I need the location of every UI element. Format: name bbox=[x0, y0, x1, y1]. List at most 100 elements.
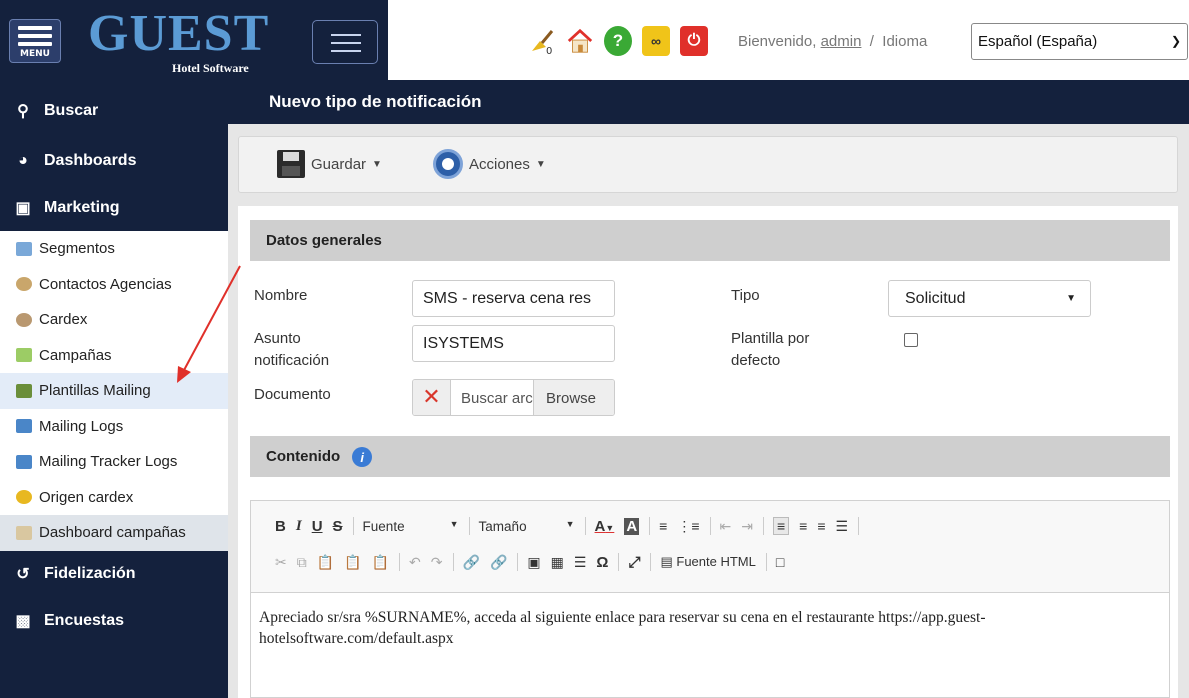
sidebar-toggle-button[interactable] bbox=[312, 20, 378, 64]
home-icon[interactable] bbox=[566, 26, 594, 56]
table-icon[interactable]: ▦ bbox=[551, 554, 564, 571]
font-combo-label: Fuente bbox=[362, 518, 405, 534]
sidebar-item-encuestas[interactable]: ▩ Encuestas bbox=[0, 598, 228, 644]
sidebar-item-marketing[interactable]: ▣ Marketing bbox=[0, 185, 228, 231]
paste-word-icon[interactable]: 📋 bbox=[372, 554, 389, 571]
document-file-input[interactable]: ✕ Buscar archivo Browse bbox=[412, 379, 615, 416]
link-icon[interactable]: 🔗 bbox=[463, 554, 480, 571]
actions-button[interactable]: Acciones ▼ bbox=[433, 149, 546, 179]
caret-down-icon: ▼ bbox=[372, 158, 382, 170]
bulleted-list-icon[interactable]: ⋮≡ bbox=[677, 518, 699, 535]
logo-title: GUEST bbox=[88, 5, 270, 62]
broom-icon[interactable]: 0 bbox=[528, 26, 556, 56]
undo-icon[interactable]: ↶ bbox=[409, 554, 421, 571]
subject-label: Asunto notificación bbox=[254, 328, 329, 372]
save-button[interactable]: Guardar ▼ bbox=[277, 150, 382, 178]
actions-label: Acciones bbox=[469, 155, 530, 173]
copy-icon[interactable]: ⧉ bbox=[297, 554, 307, 571]
default-template-label: Plantilla por defecto bbox=[731, 328, 809, 372]
caret-down-icon: ▼ bbox=[1066, 293, 1076, 304]
strikethrough-icon[interactable]: S bbox=[333, 518, 343, 535]
redo-icon[interactable]: ↷ bbox=[431, 554, 443, 571]
sidebar-item-plantillas-mailing[interactable]: Plantillas Mailing bbox=[0, 373, 228, 409]
horizontal-line-icon[interactable]: ☰ bbox=[574, 554, 587, 571]
image-icon[interactable]: ▣ bbox=[527, 554, 540, 571]
sidebar-item-origen-cardex[interactable]: Origen cardex bbox=[0, 480, 228, 516]
italic-icon[interactable]: I bbox=[296, 518, 302, 535]
indent-icon[interactable]: ⇥ bbox=[741, 518, 753, 535]
power-icon[interactable]: ⏻ bbox=[680, 26, 708, 56]
sidebar-item-mailing-tracker-logs[interactable]: Mailing Tracker Logs bbox=[0, 444, 228, 480]
language-label: Idioma bbox=[882, 33, 928, 50]
tracker-logs-icon bbox=[16, 454, 32, 469]
menu-button[interactable]: MENU bbox=[9, 19, 61, 63]
numbered-list-icon[interactable]: ≡ bbox=[659, 518, 667, 534]
mail-template-icon bbox=[16, 383, 32, 398]
special-char-icon[interactable]: Ω bbox=[596, 554, 608, 571]
editor-toolbar-row: B I U S Fuente ▼ Tamaño ▼ A▼ A ≡ ⋮≡ ⇤ ⇥ … bbox=[275, 513, 868, 539]
hamburger-icon bbox=[18, 26, 52, 50]
source-html-label: Fuente HTML bbox=[676, 554, 756, 569]
marketing-icon: ▣ bbox=[15, 200, 31, 217]
outdent-icon[interactable]: ⇤ bbox=[720, 518, 732, 535]
gear-icon bbox=[433, 149, 463, 179]
align-left-icon[interactable]: ≡ bbox=[772, 517, 790, 535]
paste-icon[interactable]: 📋 bbox=[317, 554, 334, 571]
contacts-icon bbox=[16, 277, 32, 292]
sidebar-item-label: Plantillas Mailing bbox=[39, 382, 151, 400]
user-link[interactable]: admin bbox=[821, 33, 862, 50]
unlink-icon[interactable]: 🔗 bbox=[490, 554, 507, 571]
bold-icon[interactable]: B bbox=[275, 518, 286, 535]
type-select[interactable]: Solicitud ▼ bbox=[888, 280, 1091, 317]
sidebar-item-dashboards[interactable]: ◕ Dashboards bbox=[0, 138, 228, 184]
source-html-button[interactable]: ▤ Fuente HTML bbox=[660, 554, 755, 570]
browse-button[interactable]: Browse bbox=[533, 380, 614, 415]
sidebar-item-label: Marketing bbox=[44, 199, 120, 216]
sidebar-item-label: Campañas bbox=[39, 346, 112, 364]
save-label: Guardar bbox=[311, 155, 367, 173]
origin-icon bbox=[16, 490, 32, 505]
font-combo[interactable]: Fuente ▼ bbox=[363, 519, 459, 534]
editor-body[interactable]: Apreciado sr/sra %SURNAME%, acceda al si… bbox=[251, 593, 1169, 665]
language-select[interactable]: Español (España) ❯ bbox=[971, 23, 1188, 60]
type-label: Tipo bbox=[731, 287, 760, 304]
maximize-icon[interactable]: ⤢ bbox=[628, 554, 640, 571]
name-input[interactable]: SMS - reserva cena res bbox=[412, 280, 615, 317]
text-color-icon[interactable]: A▼ bbox=[595, 518, 615, 535]
align-justify-icon[interactable]: ☰ bbox=[835, 518, 848, 535]
editor-toolbar-row: ✂ ⧉ 📋 📋 📋 ↶ ↷ 🔗 🔗 ▣ ▦ ☰ Ω ⤢ ▤ Fuente HTM… bbox=[275, 549, 794, 575]
clear-icon[interactable]: ✕ bbox=[413, 380, 451, 415]
section-general-header: Datos generales bbox=[250, 220, 1170, 261]
svg-text:0: 0 bbox=[546, 46, 552, 55]
sidebar-item-fidelizacion[interactable]: ↺ Fidelización bbox=[0, 551, 228, 597]
info-icon[interactable]: i bbox=[352, 447, 373, 467]
link-icon[interactable]: ∞ bbox=[642, 26, 670, 56]
section-content-header: Contenido i bbox=[250, 436, 1170, 477]
sidebar-item-label: Dashboards bbox=[44, 152, 137, 169]
align-center-icon[interactable]: ≡ bbox=[799, 518, 807, 534]
preview-icon[interactable]: □ bbox=[776, 554, 784, 570]
segments-icon bbox=[16, 241, 32, 256]
sidebar-item-mailing-logs[interactable]: Mailing Logs bbox=[0, 409, 228, 445]
type-value: Solicitud bbox=[905, 290, 966, 307]
sidebar-item-campanas[interactable]: Campañas bbox=[0, 338, 228, 374]
paste-text-icon[interactable]: 📋 bbox=[344, 554, 361, 571]
search-icon: ⚲ bbox=[17, 103, 29, 120]
cut-icon[interactable]: ✂ bbox=[275, 554, 287, 571]
sidebar-item-segmentos[interactable]: Segmentos bbox=[0, 231, 228, 267]
logo-subtitle: Hotel Software bbox=[172, 61, 249, 75]
cardex-icon bbox=[16, 312, 32, 327]
marketing-submenu: Segmentos Contactos Agencias Cardex Camp… bbox=[0, 231, 228, 551]
default-template-checkbox[interactable] bbox=[904, 333, 918, 347]
sidebar-item-cardex[interactable]: Cardex bbox=[0, 302, 228, 338]
size-combo[interactable]: Tamaño ▼ bbox=[479, 519, 575, 534]
underline-icon[interactable]: U bbox=[312, 518, 323, 535]
align-right-icon[interactable]: ≡ bbox=[817, 518, 825, 534]
document-placeholder[interactable]: Buscar archivo bbox=[451, 380, 533, 415]
sidebar-item-buscar[interactable]: ⚲ Buscar bbox=[0, 88, 228, 134]
sidebar-item-contactos-agencias[interactable]: Contactos Agencias bbox=[0, 267, 228, 303]
sidebar-item-dashboard-campanas[interactable]: Dashboard campañas bbox=[0, 515, 228, 551]
help-icon[interactable]: ? bbox=[604, 26, 632, 56]
bg-color-icon[interactable]: A bbox=[624, 517, 640, 535]
subject-input[interactable]: ISYSTEMS bbox=[412, 325, 615, 362]
